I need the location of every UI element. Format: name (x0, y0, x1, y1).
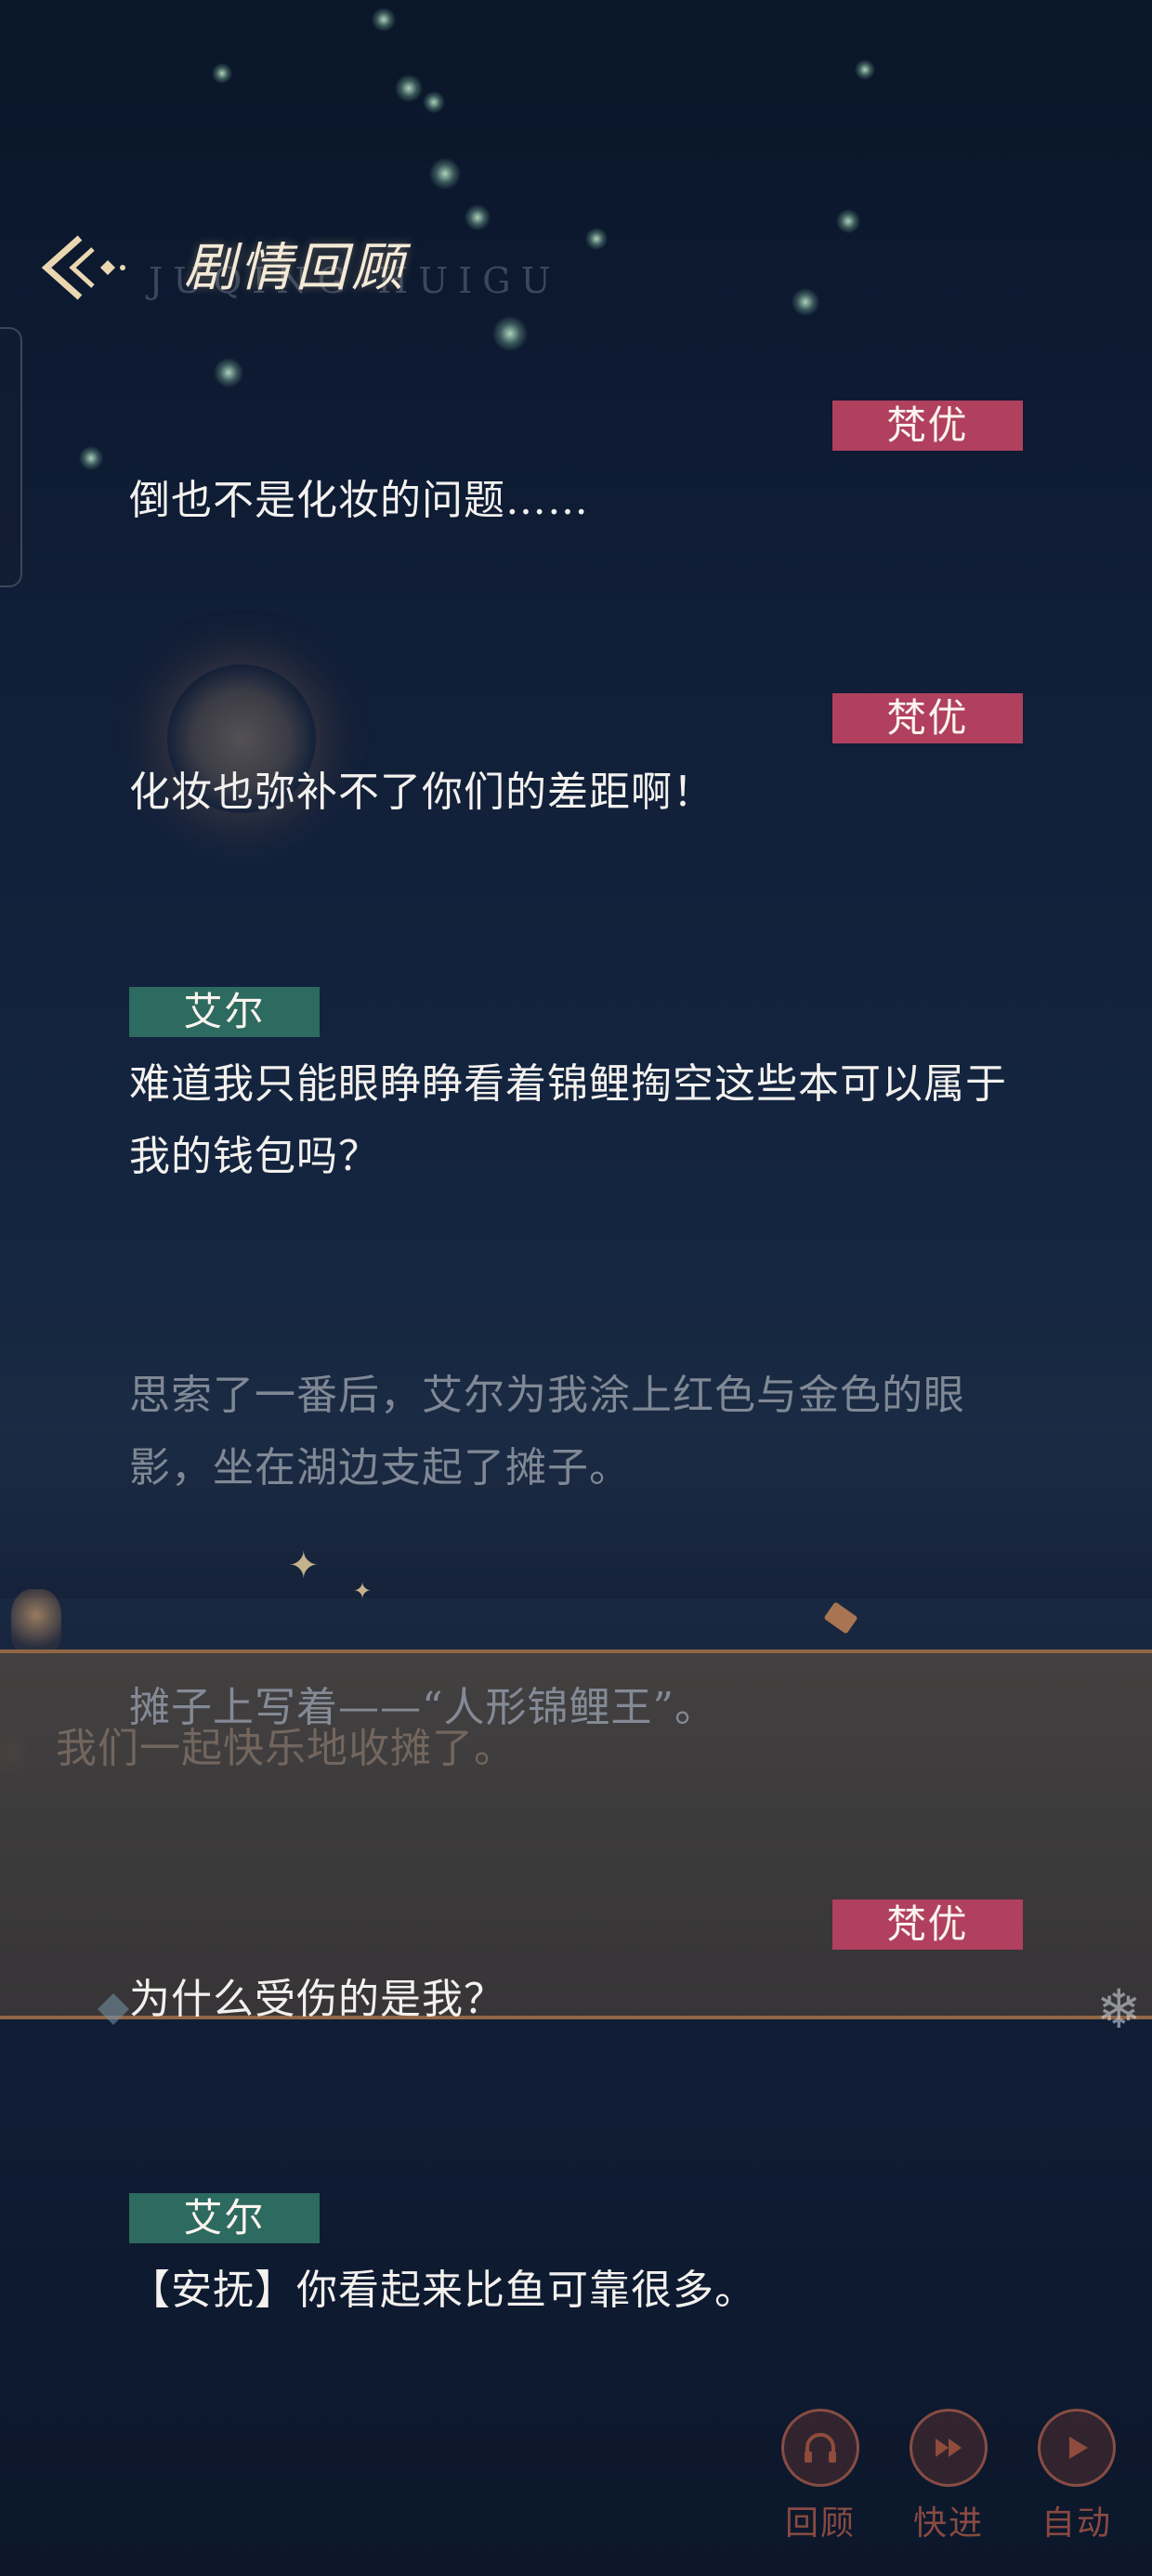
star-decoration (855, 59, 875, 80)
back-arrow-icon (41, 235, 125, 300)
auto-button[interactable]: 自动 (1026, 2409, 1128, 2544)
star-decoration (585, 228, 608, 250)
star-decoration (212, 63, 232, 84)
speaker-tag-fanyou: 梵优 (832, 401, 1023, 451)
speaker-tag-fanyou: 梵优 (832, 1899, 1023, 1950)
diamond-icon (98, 1993, 129, 2025)
narration-line: 思索了一番后，艾尔为我涂上红色与金色的眼影，坐在湖边支起了摊子。 (129, 1372, 965, 1492)
headphones-icon (781, 2409, 859, 2487)
star-decoration (792, 288, 819, 316)
star-decoration (423, 91, 445, 113)
skip-button[interactable]: 快进 (897, 2409, 1000, 2544)
fast-forward-icon (910, 2409, 988, 2487)
speaker-tag-aier: 艾尔 (129, 2193, 320, 2243)
review-label: 回顾 (784, 2504, 856, 2543)
skip-label: 快进 (912, 2504, 984, 2543)
dialogue-line: 【安抚】你看起来比鱼可靠很多。 (129, 2267, 756, 2314)
star-decoration (465, 204, 491, 230)
star-decoration (372, 7, 396, 32)
sparkle-icon: ✦ (353, 1578, 373, 1604)
background-scene: ✦ ✦ 我们一起快乐地收摊了。 ❄ (0, 0, 1152, 2576)
review-button[interactable]: 回顾 (769, 2409, 871, 2544)
snowflake-icon: ❄ (1096, 1978, 1142, 2041)
speaker-tag-aier: 艾尔 (129, 987, 320, 1037)
lantern (11, 1589, 61, 1654)
star-decoration (79, 446, 103, 470)
petal (823, 1601, 858, 1635)
lantern (0, 1724, 26, 1780)
sparkle-icon: ✦ (288, 1544, 320, 1587)
star-decoration (395, 74, 423, 102)
star-decoration (429, 158, 461, 190)
star-decoration (492, 316, 528, 351)
speaker-tag-fanyou: 梵优 (832, 693, 1023, 743)
star-decoration (836, 209, 860, 233)
narration-line: 摊子上写着——“人形锦鲤王”。 (129, 1684, 716, 1731)
dialogue-line: 难道我只能眼睁睁看着锦鲤掏空这些本可以属于我的钱包吗？ (129, 1060, 1007, 1180)
page-title: 剧情回顾 (184, 238, 407, 298)
star-decoration (214, 358, 243, 388)
dialogue-line: 化妆也弥补不了你们的差距啊！ (129, 769, 714, 816)
back-button[interactable] (39, 230, 128, 305)
play-icon (1038, 2409, 1116, 2487)
side-drawer-handle[interactable] (0, 327, 22, 587)
dialogue-line: 倒也不是化妆的问题…… (129, 477, 589, 524)
auto-label: 自动 (1041, 2504, 1112, 2543)
dialogue-line: 为什么受伤的是我？ (129, 1976, 505, 2023)
